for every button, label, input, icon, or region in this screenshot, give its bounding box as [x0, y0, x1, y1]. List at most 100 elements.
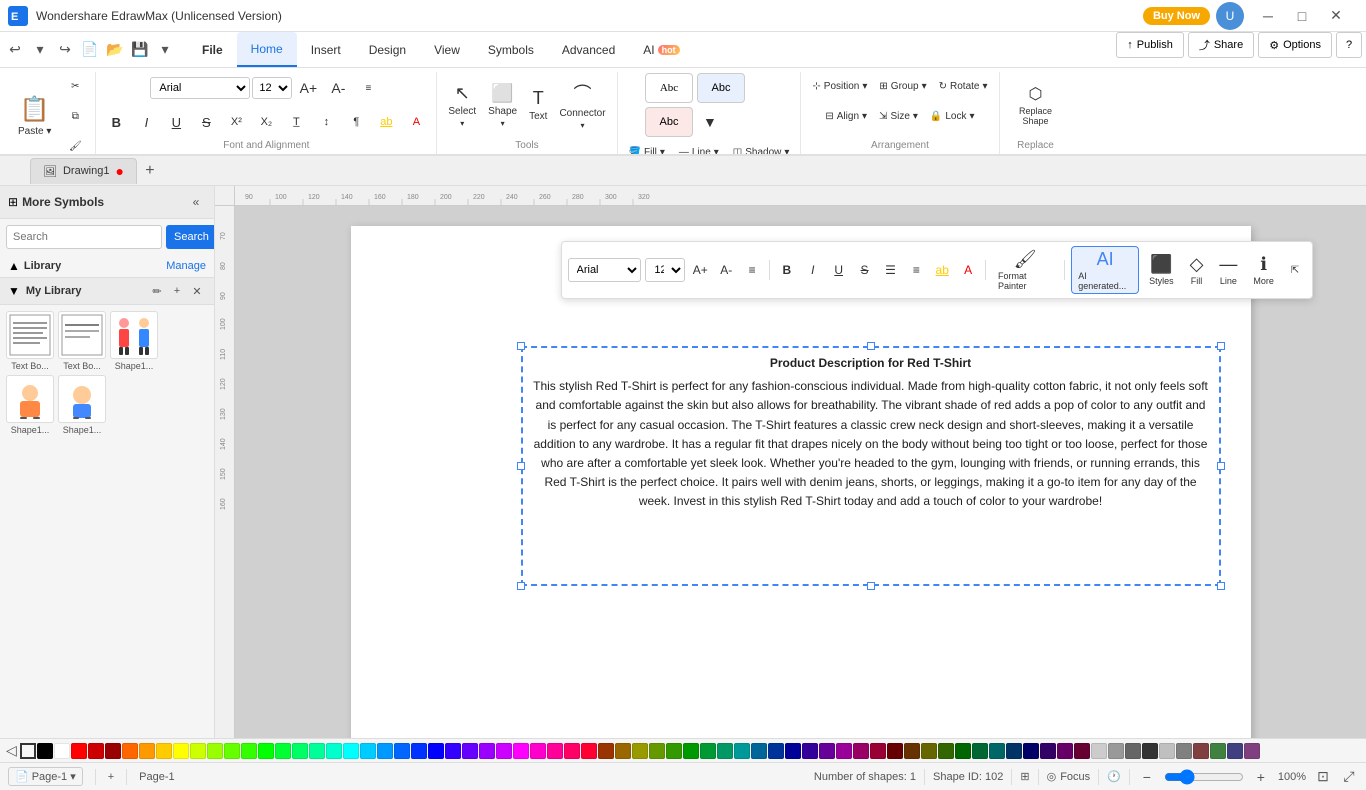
color-swatch[interactable]	[275, 743, 291, 759]
more-button-float[interactable]: ℹ More	[1247, 252, 1280, 288]
zoom-slider[interactable]	[1164, 769, 1244, 785]
color-swatch[interactable]	[938, 743, 954, 759]
open-file-button[interactable]: 📂	[104, 39, 126, 61]
paste-button[interactable]: 📋 Paste ▾	[10, 87, 59, 145]
color-swatch[interactable]	[37, 743, 53, 759]
align-button[interactable]: ⊟ Align ▾	[820, 102, 872, 130]
color-swatch[interactable]	[1091, 743, 1107, 759]
connector-button[interactable]: ⌒ Connector ▾	[554, 76, 610, 134]
color-swatch[interactable]	[683, 743, 699, 759]
floating-list[interactable]: ≡	[905, 258, 927, 282]
color-swatch[interactable]	[870, 743, 886, 759]
shadow-button[interactable]: ◫ Shadow ▾	[728, 138, 795, 156]
style-swatch-2[interactable]: Abc	[697, 73, 745, 103]
color-swatch[interactable]	[1023, 743, 1039, 759]
menu-insert[interactable]: Insert	[297, 32, 355, 67]
floating-font-family[interactable]: Arial	[568, 258, 642, 282]
tab-drawing1[interactable]: 🖼 Drawing1 ●	[30, 158, 137, 184]
thumbnail-item-4[interactable]: Shape1...	[6, 375, 54, 435]
minimize-button[interactable]: ─	[1254, 6, 1282, 26]
select-button[interactable]: ↖ Select ▾	[443, 76, 481, 134]
line-button[interactable]: — Line ▾	[674, 138, 724, 156]
fill-button[interactable]: 🪣 Fill ▾	[624, 138, 670, 156]
color-swatch[interactable]	[1040, 743, 1056, 759]
color-swatch[interactable]	[1074, 743, 1090, 759]
size-button[interactable]: ⇲ Size ▾	[874, 102, 923, 130]
color-swatch[interactable]	[1057, 743, 1073, 759]
save-button[interactable]: 💾	[129, 39, 151, 61]
line-button-float[interactable]: — Line	[1213, 252, 1243, 288]
color-swatch[interactable]	[173, 743, 189, 759]
color-swatch[interactable]	[360, 743, 376, 759]
color-swatch[interactable]	[156, 743, 172, 759]
floating-bold[interactable]: B	[776, 258, 798, 282]
zoom-in-button[interactable]: +	[1252, 768, 1270, 786]
floating-italic[interactable]: I	[802, 258, 824, 282]
undo-dropdown[interactable]: ▾	[29, 39, 51, 61]
thumbnail-item-3[interactable]: Shape1...	[110, 311, 158, 371]
user-avatar[interactable]: U	[1216, 2, 1244, 30]
color-swatch[interactable]	[955, 743, 971, 759]
layers-button[interactable]: ⊞	[1020, 770, 1029, 783]
redo-button[interactable]: ↪	[54, 39, 76, 61]
menu-ai[interactable]: AIhot	[629, 32, 693, 67]
thumbnail-item-2[interactable]: Text Bo...	[58, 311, 106, 371]
share-button[interactable]: ⤴ Share	[1188, 32, 1254, 58]
strikethrough-button[interactable]: S	[192, 108, 220, 136]
line-spacing-button[interactable]: ↕	[312, 108, 340, 136]
floating-strikethrough[interactable]: S	[854, 258, 876, 282]
rotate-button[interactable]: ↻ Rotate ▾	[934, 72, 993, 100]
color-swatch[interactable]	[717, 743, 733, 759]
close-button[interactable]: ✕	[1322, 6, 1350, 26]
text-align-button[interactable]: ≡	[354, 80, 382, 97]
color-swatch[interactable]	[581, 743, 597, 759]
italic-button[interactable]: I	[132, 108, 160, 136]
floating-underline[interactable]: U	[828, 258, 850, 282]
subscript-button[interactable]: X₂	[252, 108, 280, 136]
page-dropdown[interactable]: 📄 Page-1 ▾	[8, 767, 83, 786]
color-swatch[interactable]	[819, 743, 835, 759]
color-swatch[interactable]	[377, 743, 393, 759]
menu-file[interactable]: File	[188, 32, 237, 67]
styles-button[interactable]: ⬛ Styles	[1143, 252, 1180, 288]
color-swatch[interactable]	[139, 743, 155, 759]
group-button[interactable]: ⊞ Group ▾	[874, 72, 931, 100]
color-swatch[interactable]	[445, 743, 461, 759]
color-swatch[interactable]	[54, 743, 70, 759]
sidebar-collapse-button[interactable]: «	[186, 192, 206, 212]
color-swatch[interactable]	[122, 743, 138, 759]
buy-now-button[interactable]: Buy Now	[1143, 7, 1210, 25]
color-swatch[interactable]	[853, 743, 869, 759]
menu-symbols[interactable]: Symbols	[474, 32, 548, 67]
color-swatch[interactable]	[71, 743, 87, 759]
fill-button-float[interactable]: ◇ Fill	[1184, 252, 1210, 288]
color-swatch[interactable]	[1193, 743, 1209, 759]
color-swatch[interactable]	[224, 743, 240, 759]
help-button[interactable]: ?	[1336, 32, 1362, 58]
color-swatch[interactable]	[734, 743, 750, 759]
cut-button[interactable]: ✂	[61, 72, 89, 100]
floating-font-size[interactable]: 12	[645, 258, 685, 282]
floating-toolbar-expand[interactable]: ⇱	[1284, 258, 1306, 282]
search-input[interactable]	[6, 225, 162, 249]
color-swatch[interactable]	[1244, 743, 1260, 759]
font-size-select[interactable]: 12	[252, 77, 292, 99]
superscript-button[interactable]: X²	[222, 108, 250, 136]
color-swatch[interactable]	[615, 743, 631, 759]
no-color-swatch[interactable]	[20, 743, 36, 759]
color-swatch[interactable]	[496, 743, 512, 759]
format-painter-button[interactable]: 🖌 Format Painter	[992, 247, 1058, 293]
floating-bullets[interactable]: ☰	[880, 258, 902, 282]
color-swatch[interactable]	[632, 743, 648, 759]
floating-highlight[interactable]: ab	[931, 258, 953, 282]
copy-button[interactable]: ⧉	[61, 102, 89, 130]
clock-button[interactable]: 🕐	[1107, 770, 1121, 783]
font-color-button[interactable]: A	[402, 108, 430, 136]
floating-font-color[interactable]: A	[957, 258, 979, 282]
color-swatch[interactable]	[241, 743, 257, 759]
text-shadow-button[interactable]: T̲	[282, 108, 310, 136]
canvas-content[interactable]: Arial 12 A+ A- ≡ B I U S ☰ ≡ ab A	[235, 206, 1366, 738]
para-spacing-button[interactable]: ¶	[342, 108, 370, 136]
decrease-font-button[interactable]: A-	[324, 78, 352, 98]
menu-view[interactable]: View	[420, 32, 474, 67]
